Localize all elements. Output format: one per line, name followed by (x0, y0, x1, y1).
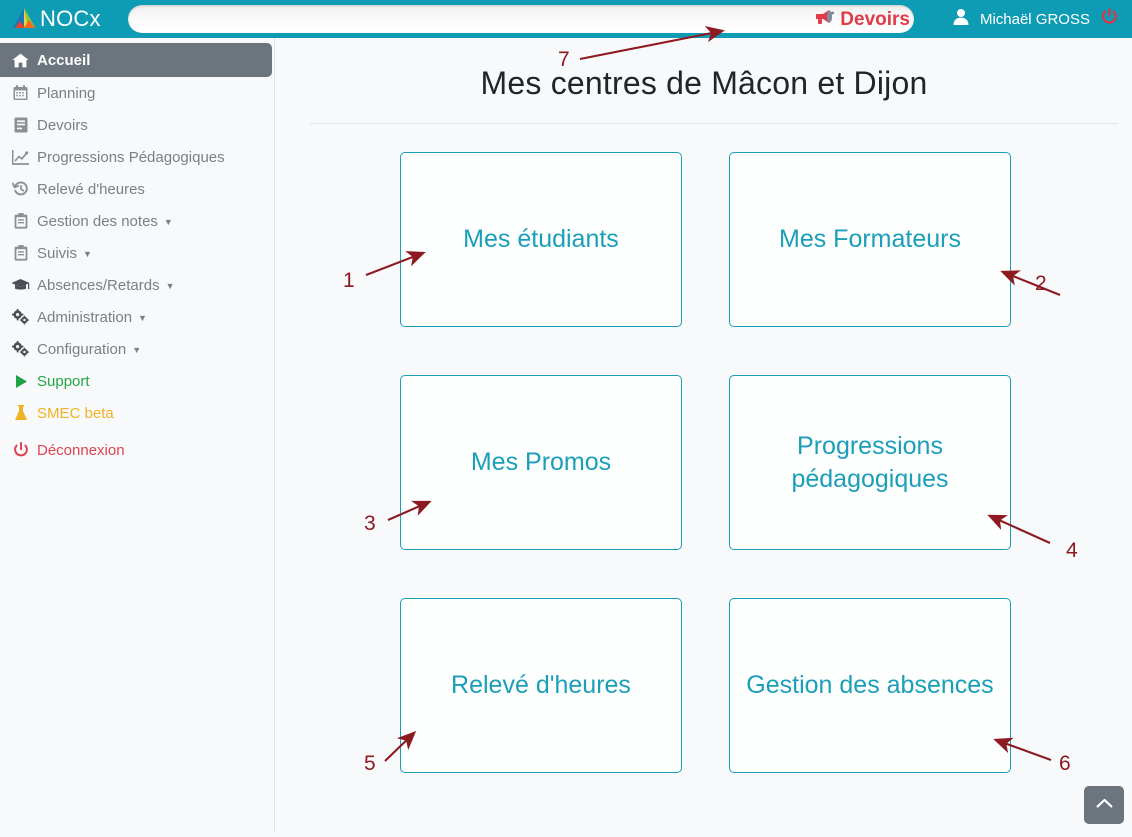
sidebar-item-label: Administration (37, 309, 132, 326)
sidebar-item-gestion-des-notes[interactable]: Gestion des notes ▼ (0, 205, 274, 237)
sidebar-item-suivis[interactable]: Suivis ▼ (0, 237, 274, 269)
play-icon (10, 374, 31, 389)
sidebar-item-releve-dheures[interactable]: Relevé d'heures (0, 173, 274, 205)
card-releve-dheures[interactable]: Relevé d'heures (400, 598, 682, 773)
sidebar-item-label: Accueil (37, 52, 90, 69)
sidebar-item-label: Suivis (37, 245, 77, 262)
clipboard-icon (10, 213, 31, 229)
sidebar-item-configuration[interactable]: Configuration ▼ (0, 333, 274, 365)
book-icon (10, 117, 31, 133)
sidebar-item-deconnexion[interactable]: Déconnexion (0, 434, 274, 466)
devoirs-notification-badge[interactable]: Devoirs (814, 8, 912, 30)
sidebar-item-label: Gestion des notes (37, 213, 158, 230)
brand-name: NOCx (40, 8, 101, 30)
title-divider (310, 123, 1118, 124)
card-progressions-pedagogiques[interactable]: Progressions pédagogiques (729, 375, 1011, 550)
card-label: Gestion des absences (732, 669, 1007, 702)
nocx-triangle-logo-icon (11, 6, 37, 32)
chevron-down-icon: ▼ (138, 314, 147, 323)
sidebar-item-devoirs[interactable]: Devoirs (0, 109, 274, 141)
user-name[interactable]: Michaël GROSS (980, 11, 1090, 28)
brand-logo-area[interactable]: NOCx (0, 0, 124, 38)
cogs-icon (10, 309, 31, 325)
card-label: Progressions pédagogiques (730, 430, 1010, 496)
sidebar-item-administration[interactable]: Administration ▼ (0, 301, 274, 333)
sidebar-item-smec-beta[interactable]: SMEC beta (0, 397, 274, 429)
sidebar-item-planning[interactable]: Planning (0, 77, 274, 109)
sidebar-item-absences-retards[interactable]: Absences/Retards ▼ (0, 269, 274, 301)
chart-line-icon (10, 150, 31, 165)
card-gestion-des-absences[interactable]: Gestion des absences (729, 598, 1011, 773)
card-label: Mes Promos (457, 446, 625, 479)
graduation-cap-icon (10, 278, 31, 292)
card-mes-formateurs[interactable]: Mes Formateurs (729, 152, 1011, 327)
card-mes-etudiants[interactable]: Mes étudiants (400, 152, 682, 327)
sidebar-item-label: Planning (37, 85, 95, 102)
card-label: Mes Formateurs (765, 223, 975, 256)
sidebar-item-accueil[interactable]: Accueil (0, 43, 272, 77)
page-title: Mes centres de Mâcon et Dijon (276, 38, 1132, 102)
sidebar-item-label: Configuration (37, 341, 126, 358)
sidebar-item-label: Absences/Retards (37, 277, 160, 294)
devoirs-label: Devoirs (840, 10, 910, 29)
chevron-down-icon: ▼ (166, 282, 175, 291)
megaphone-icon (814, 8, 835, 30)
card-label: Relevé d'heures (437, 669, 645, 702)
header-search[interactable]: Devoirs (128, 5, 914, 33)
sidebar-item-label: Devoirs (37, 117, 88, 134)
chevron-up-icon (1096, 796, 1113, 814)
sidebar-item-progressions-pedagogiques[interactable]: Progressions Pédagogiques (0, 141, 274, 173)
sidebar-item-label: Déconnexion (37, 442, 125, 459)
chevron-down-icon: ▼ (83, 250, 92, 259)
user-icon (953, 8, 969, 30)
flask-icon (10, 405, 31, 421)
sidebar-navigation: Accueil Planning D (0, 38, 275, 832)
calendar-icon (10, 85, 31, 101)
sidebar-item-support[interactable]: Support (0, 365, 274, 397)
cogs-icon (10, 341, 31, 357)
dashboard-card-grid: Mes étudiants Mes Formateurs Mes Promos … (276, 152, 1132, 773)
home-icon (10, 53, 31, 68)
search-input[interactable] (128, 5, 914, 33)
main-content: Mes centres de Mâcon et Dijon Mes étudia… (276, 38, 1132, 832)
sidebar-item-label: Support (37, 373, 90, 390)
card-mes-promos[interactable]: Mes Promos (400, 375, 682, 550)
chevron-down-icon: ▼ (132, 346, 141, 355)
clipboard-icon (10, 245, 31, 261)
sidebar-item-label: Relevé d'heures (37, 181, 145, 198)
scroll-to-top-button[interactable] (1084, 786, 1124, 824)
sidebar-item-label: Progressions Pédagogiques (37, 149, 225, 166)
power-icon[interactable] (1101, 8, 1118, 30)
sidebar-item-label: SMEC beta (37, 405, 114, 422)
card-label: Mes étudiants (449, 223, 633, 256)
history-clock-icon (10, 181, 31, 197)
top-header-bar: NOCx Devoirs Michaël GROSS (0, 0, 1132, 38)
user-area: Michaël GROSS (953, 0, 1132, 38)
chevron-down-icon: ▼ (164, 218, 173, 227)
power-icon (10, 442, 31, 458)
